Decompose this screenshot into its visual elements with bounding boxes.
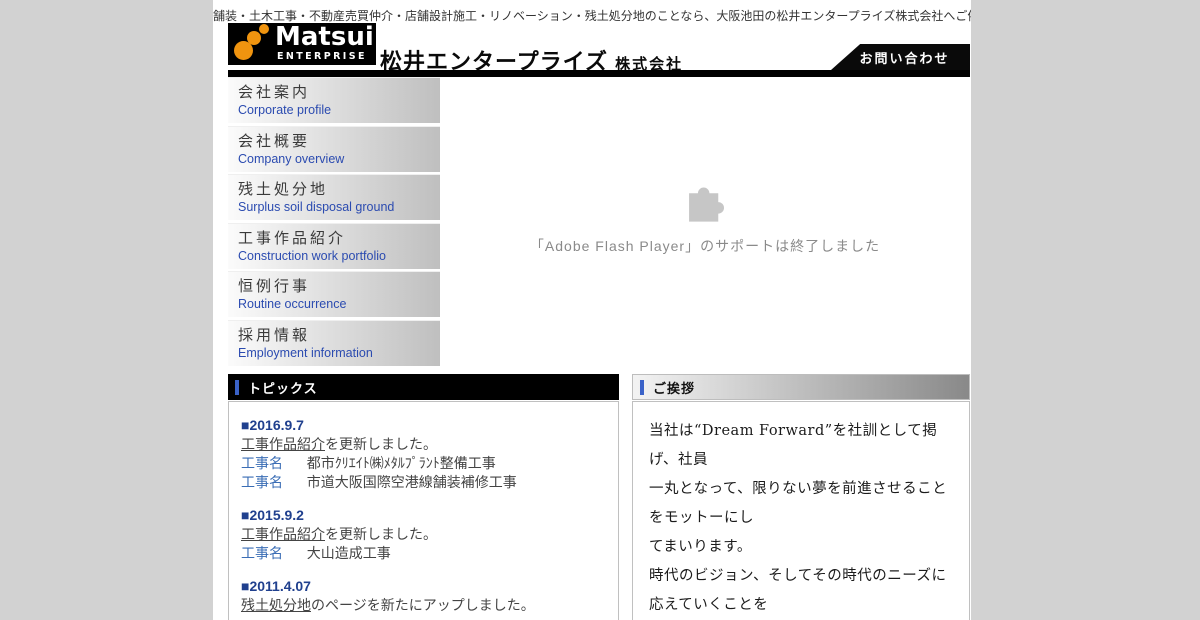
flash-placeholder-area: 「Adobe Flash Player」のサポートは終了しました xyxy=(440,77,970,370)
topic-update-suffix: のページを新たにアップしました。 xyxy=(311,597,535,613)
work-name: 都市ｸﾘｴｲﾄ㈱ﾒﾀﾙﾌﾟﾗﾝﾄ整備工事 xyxy=(307,455,496,471)
topic-work-row: 工事名 大山造成工事 xyxy=(241,544,606,563)
sidebar-item-jp-label: 残土処分地 xyxy=(238,180,440,199)
topic-date: ■2011.4.07 xyxy=(241,577,606,596)
topic-update-suffix: を更新しました。 xyxy=(325,526,437,542)
topics-title: トピックス xyxy=(248,378,318,397)
topic-date: ■2016.9.7 xyxy=(241,416,606,435)
sidebar-item-jp-label: 会社概要 xyxy=(238,132,440,151)
greeting-title: ご挨拶 xyxy=(653,378,695,397)
topics-header: トピックス xyxy=(228,374,619,400)
topics-list: ■2016.9.7工事作品紹介を更新しました。工事名都市ｸﾘｴｲﾄ㈱ﾒﾀﾙﾌﾟﾗ… xyxy=(228,401,619,620)
sidebar-item-5[interactable]: 採用情報Employment information xyxy=(228,320,440,366)
topic-entry-2: ■2011.4.07残土処分地のページを新たにアップしました。 xyxy=(241,577,606,615)
topic-work-row: 工事名 都市ｸﾘｴｲﾄ㈱ﾒﾀﾙﾌﾟﾗﾝﾄ整備工事 xyxy=(241,454,606,473)
topic-update-line: 工事作品紹介を更新しました。 xyxy=(241,435,606,454)
work-label: 工事名 xyxy=(241,455,283,471)
topics-section: トピックス ■2016.9.7工事作品紹介を更新しました。工事名都市ｸﾘｴｲﾄ㈱… xyxy=(228,374,619,620)
topic-date: ■2015.9.2 xyxy=(241,506,606,525)
sidebar-item-en-label: Employment information xyxy=(238,345,440,361)
sidebar-item-jp-label: 恒例行事 xyxy=(238,277,440,296)
sidebar-item-en-label: Corporate profile xyxy=(238,102,440,118)
sidebar-item-1[interactable]: 会社概要Company overview xyxy=(228,126,440,172)
topic-page-link[interactable]: 工事作品紹介 xyxy=(241,526,325,542)
topic-update-line: 工事作品紹介を更新しました。 xyxy=(241,525,606,544)
sidebar-item-en-label: Company overview xyxy=(238,151,440,167)
sidebar-item-0[interactable]: 会社案内Corporate profile xyxy=(228,77,440,123)
greeting-box: 当社は“Dream Forward”を社訓として掲げ、社員 一丸となって、限りな… xyxy=(632,401,970,620)
work-name: 大山造成工事 xyxy=(307,545,391,561)
topic-entry-1: ■2015.9.2工事作品紹介を更新しました。工事名大山造成工事 xyxy=(241,506,606,563)
header-divider-bar xyxy=(228,70,970,77)
sidebar-nav: 会社案内Corporate profile会社概要Company overvie… xyxy=(228,77,440,368)
sidebar-item-en-label: Surplus soil disposal ground xyxy=(238,199,440,215)
site-logo[interactable]: Matsui ENTERPRISE xyxy=(228,23,376,65)
sidebar-item-jp-label: 工事作品紹介 xyxy=(238,229,440,248)
sidebar-item-3[interactable]: 工事作品紹介Construction work portfolio xyxy=(228,223,440,269)
work-label: 工事名 xyxy=(241,474,283,490)
logo-dot-small xyxy=(259,24,269,34)
greeting-accent-bar xyxy=(640,380,644,395)
topics-accent-bar xyxy=(235,380,239,395)
logo-subtext: ENTERPRISE xyxy=(277,51,367,62)
sidebar-item-en-label: Routine occurrence xyxy=(238,296,440,312)
puzzle-piece-icon xyxy=(682,180,728,226)
greeting-section: ご挨拶 当社は“Dream Forward”を社訓として掲げ、社員 一丸となって… xyxy=(632,374,970,620)
logo-dot-medium xyxy=(247,31,261,45)
sidebar-item-en-label: Construction work portfolio xyxy=(238,248,440,264)
logo-text: Matsui xyxy=(275,23,374,51)
greeting-text: 当社は“Dream Forward”を社訓として掲げ、社員 一丸となって、限りな… xyxy=(649,417,955,620)
sidebar-item-jp-label: 会社案内 xyxy=(238,83,440,102)
greeting-header: ご挨拶 xyxy=(632,374,970,400)
topic-entry-0: ■2016.9.7工事作品紹介を更新しました。工事名都市ｸﾘｴｲﾄ㈱ﾒﾀﾙﾌﾟﾗ… xyxy=(241,416,606,492)
work-label: 工事名 xyxy=(241,545,283,561)
work-name: 市道大阪国際空港線舗装補修工事 xyxy=(307,474,517,490)
topic-update-suffix: を更新しました。 xyxy=(325,436,437,452)
flash-ended-message: 「Adobe Flash Player」のサポートは終了しました xyxy=(530,236,880,256)
sidebar-item-2[interactable]: 残土処分地Surplus soil disposal ground xyxy=(228,174,440,220)
topic-page-link[interactable]: 工事作品紹介 xyxy=(241,436,325,452)
page-container: 舗装・土木工事・不動産売買仲介・店舗設計施工・リノベーション・残土処分地のことな… xyxy=(213,0,971,620)
topic-update-line: 残土処分地のページを新たにアップしました。 xyxy=(241,596,606,615)
topic-work-row: 工事名 市道大阪国際空港線舗装補修工事 xyxy=(241,473,606,492)
contact-button[interactable]: お問い合わせ xyxy=(831,44,970,70)
sidebar-item-4[interactable]: 恒例行事Routine occurrence xyxy=(228,271,440,317)
sidebar-item-jp-label: 採用情報 xyxy=(238,326,440,345)
topic-page-link[interactable]: 残土処分地 xyxy=(241,597,311,613)
